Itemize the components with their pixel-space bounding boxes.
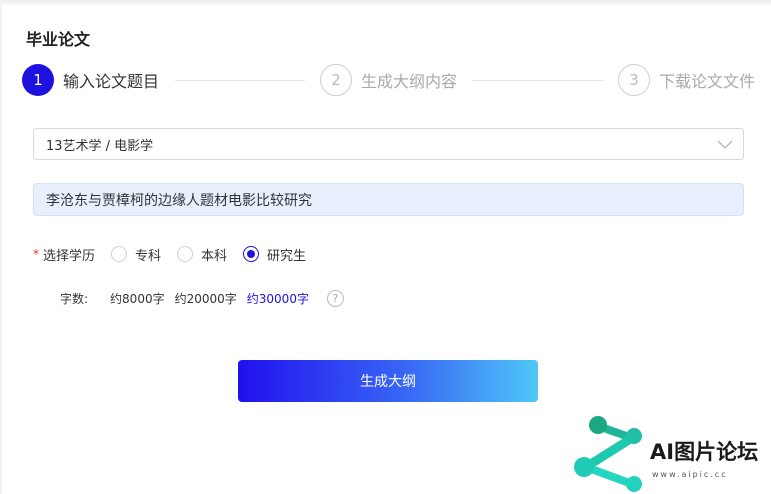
radio-option-benke[interactable]: 本科	[177, 245, 227, 264]
step-2-number: 2	[320, 64, 352, 96]
step-3-label: 下载论文文件	[659, 72, 756, 91]
word-count-option-8000[interactable]: 约8000字	[110, 290, 165, 307]
subject-select[interactable]: 13艺术学 / 电影学	[33, 128, 744, 160]
education-label: 选择学历	[43, 248, 96, 264]
chevron-down-icon	[717, 140, 733, 149]
subject-select-value: 13艺术学 / 电影学	[46, 138, 154, 154]
step-3: 3 下载论文文件	[618, 64, 755, 96]
step-connector-1	[175, 80, 305, 81]
word-count-row: 字数: 约8000字 约20000字 约30000字 ?	[60, 289, 344, 307]
step-1: 1 输入论文题目	[22, 64, 159, 96]
radio-circle[interactable]	[177, 246, 194, 262]
topic-input[interactable]: 李沧东与贾樟柯的边缘人题材电影比较研究	[33, 183, 744, 216]
topic-input-value: 李沧东与贾樟柯的边缘人题材电影比较研究	[46, 192, 312, 209]
page-title: 毕业论文	[26, 30, 91, 49]
radio-circle[interactable]	[111, 246, 128, 262]
radio-label: 本科	[201, 248, 228, 264]
left-border	[0, 0, 2, 494]
word-count-label: 字数:	[60, 291, 89, 306]
step-2: 2 生成大纲内容	[320, 64, 457, 96]
word-count-option-30000[interactable]: 约30000字	[247, 290, 309, 307]
radio-label: 研究生	[267, 248, 307, 264]
required-mark: *	[33, 247, 39, 261]
education-radio-group: * 选择学历 专科 本科 研究生	[33, 244, 314, 264]
help-icon[interactable]: ?	[326, 289, 344, 307]
radio-label: 专科	[135, 248, 162, 264]
watermark-url: www.aipic.cc	[652, 470, 728, 479]
radio-option-yanjiusheng[interactable]: 研究生	[243, 245, 306, 264]
step-1-label: 输入论文题目	[63, 72, 160, 91]
top-shadow	[0, 0, 771, 6]
word-count-option-20000[interactable]: 约20000字	[175, 290, 237, 307]
radio-circle-checked[interactable]	[243, 246, 260, 262]
generate-outline-button[interactable]: 生成大纲	[238, 360, 538, 402]
watermark-text: AI图片论坛	[650, 440, 759, 464]
step-2-label: 生成大纲内容	[361, 72, 458, 91]
radio-option-zhuanke[interactable]: 专科	[111, 245, 161, 264]
step-3-number: 3	[618, 64, 650, 96]
step-connector-2	[472, 80, 604, 81]
step-1-number: 1	[22, 64, 54, 96]
